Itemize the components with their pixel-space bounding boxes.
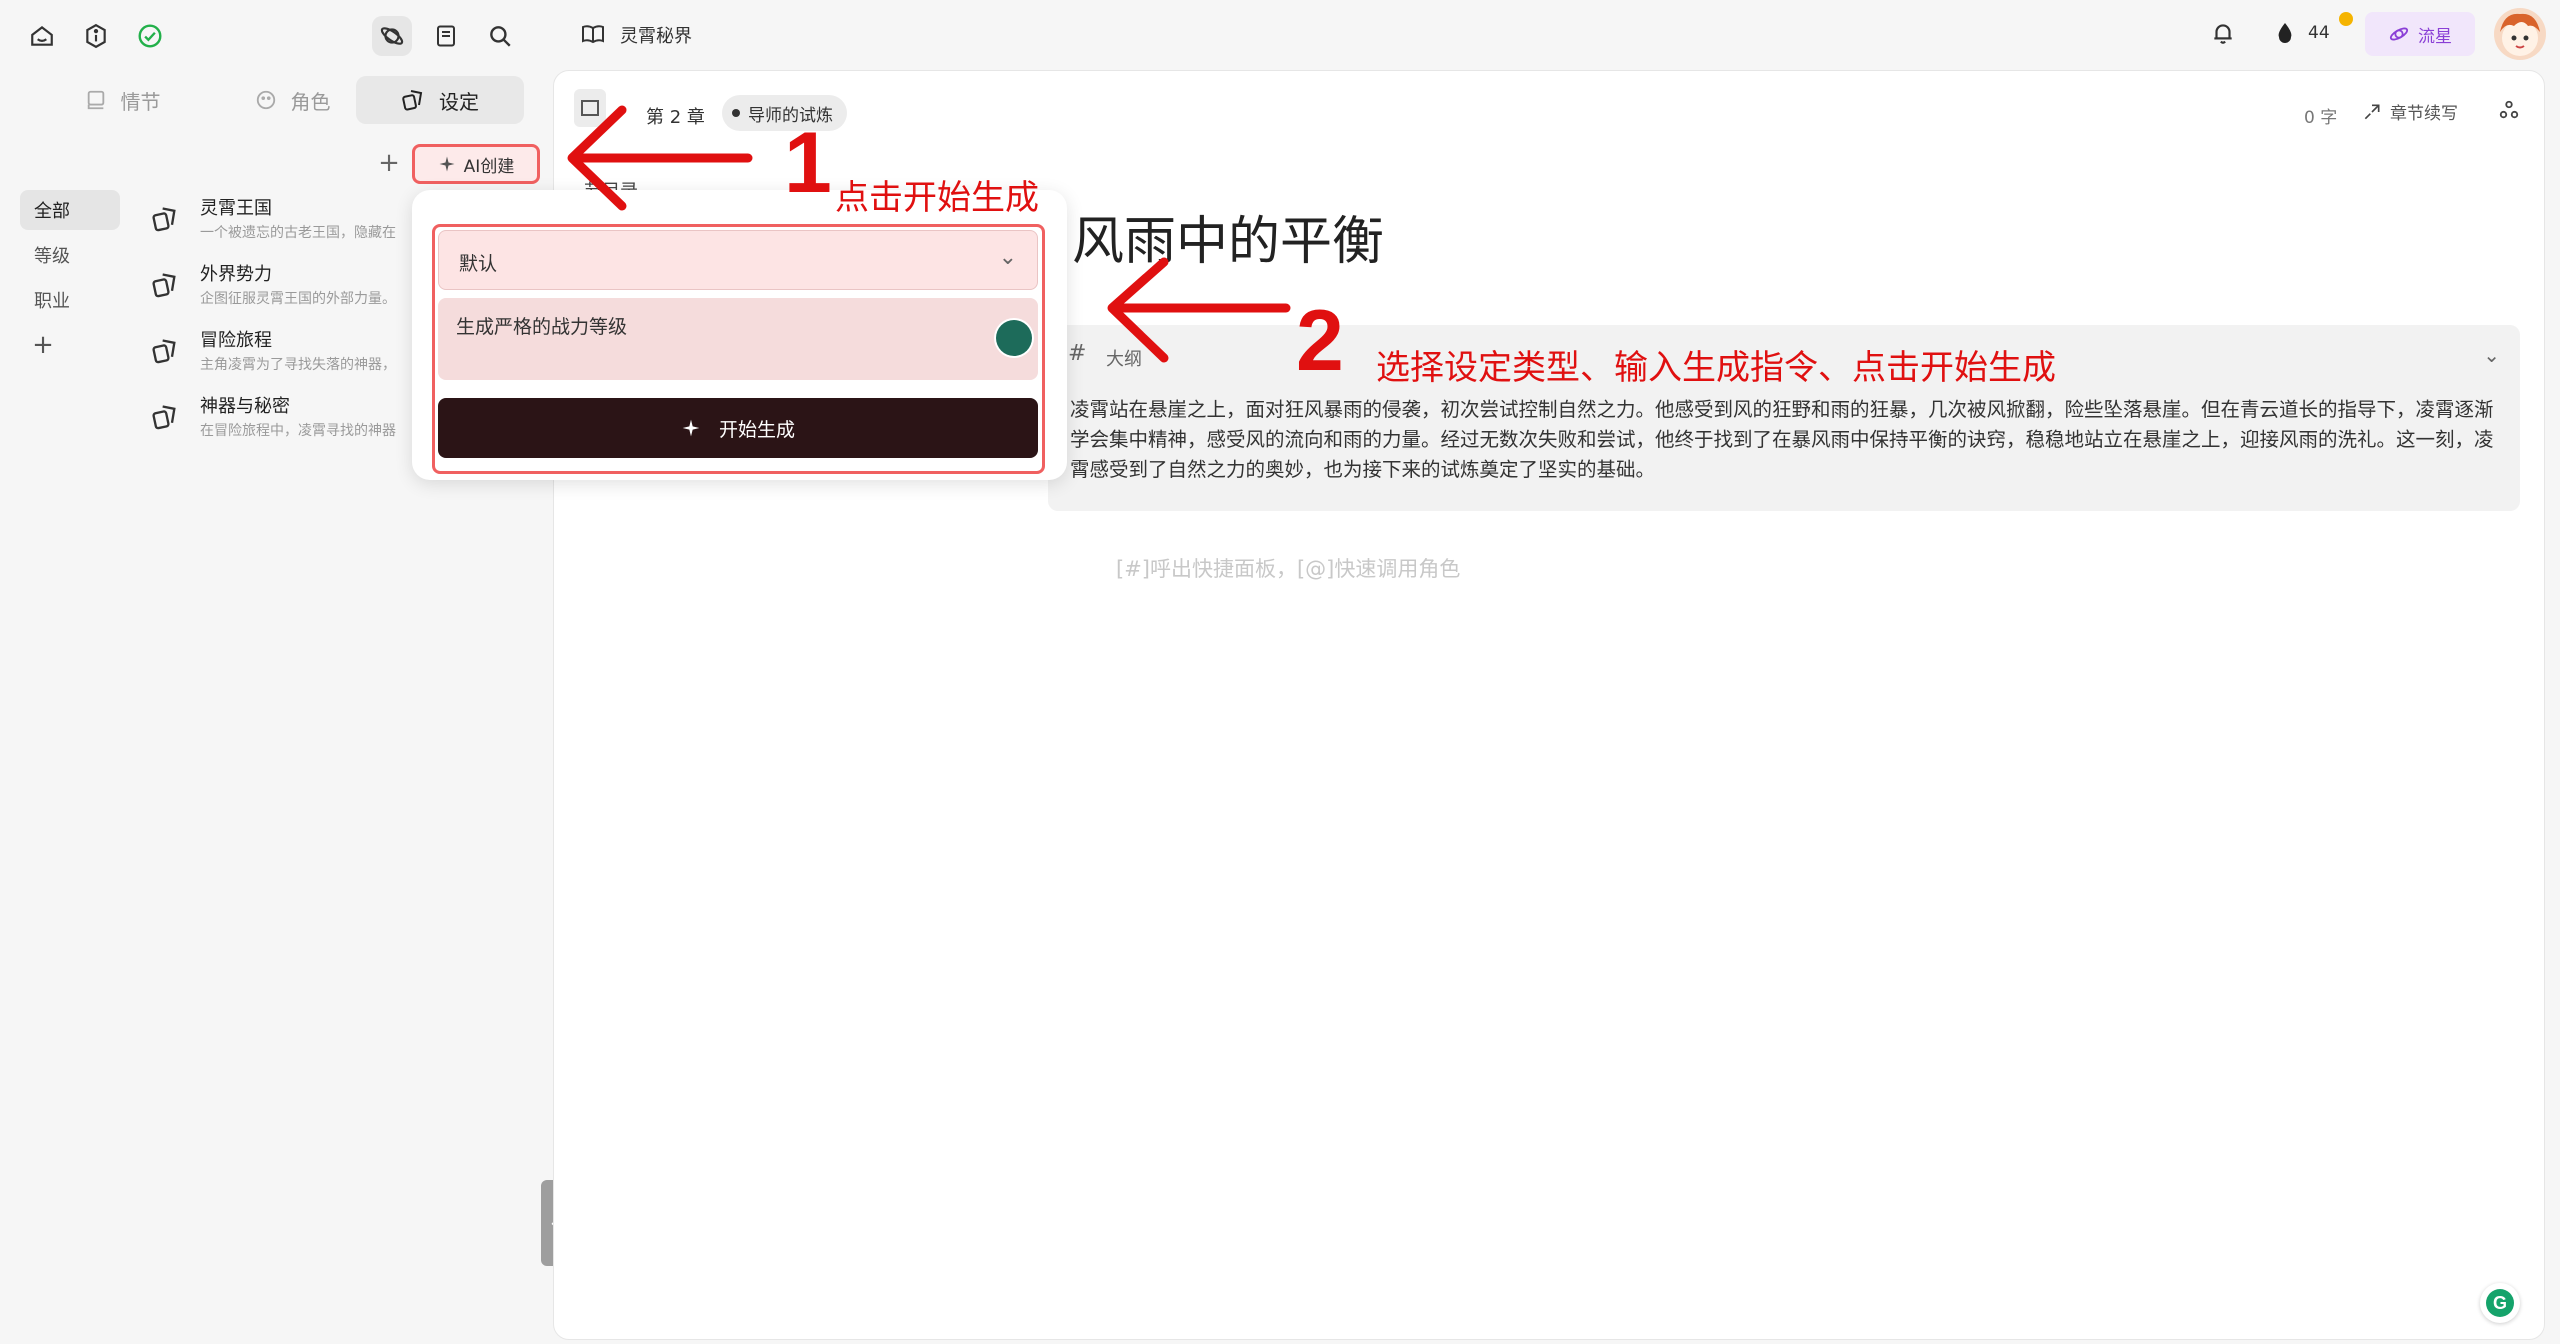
category-profession[interactable]: 职业: [20, 280, 120, 320]
chapter-continue-button[interactable]: 章节续写: [2362, 99, 2458, 124]
editor-placeholder[interactable]: [#]呼出快捷面板，[@]快速调用角色: [1116, 553, 1460, 583]
word-count: 0 字: [2304, 108, 2338, 128]
chevron-down-icon[interactable]: ⌄: [2483, 343, 2500, 367]
ai-create-button[interactable]: AI创建: [412, 144, 540, 184]
step1-number: 1: [784, 115, 832, 211]
tab-plot[interactable]: 情节: [40, 76, 205, 124]
start-generate-label: 开始生成: [718, 418, 795, 441]
tab-plot-label: 情节: [120, 89, 161, 114]
saved-check-icon: [130, 16, 170, 56]
chevron-down-icon: ⌄: [998, 245, 1017, 270]
hash-icon: #: [1068, 341, 1087, 366]
add-setting-button[interactable]: +: [374, 148, 404, 178]
step1-text: 点击开始生成: [835, 178, 1039, 218]
tab-settings[interactable]: 设定: [356, 76, 524, 124]
sparkle-icon: [681, 418, 701, 438]
step2-number: 2: [1296, 293, 1344, 389]
prompt-input[interactable]: 生成严格的战力等级: [438, 298, 1038, 380]
cards-icon: [148, 268, 182, 302]
chat-bubble-icon[interactable]: [996, 320, 1032, 356]
setting-desc: 主角凌霄为了寻找失落的神器，: [200, 357, 396, 373]
add-category-button[interactable]: +: [28, 330, 58, 360]
setting-desc: 企图征服灵霄王国的外部力量。: [200, 291, 396, 307]
share-icon[interactable]: [2498, 99, 2520, 121]
setting-title: 神器与秘密: [200, 396, 290, 417]
ai-create-popup: 默认 ⌄ 生成严格的战力等级 开始生成: [412, 190, 1067, 480]
step1-arrow: [567, 105, 753, 211]
orbit-icon: [2388, 23, 2410, 45]
svg-text:G: G: [2493, 1293, 2507, 1313]
category-level[interactable]: 等级: [20, 235, 120, 275]
setting-item[interactable]: 外界势力 企图征服灵霄王国的外部力量。: [148, 260, 418, 316]
cards-icon: [148, 334, 182, 368]
notification-dot: [2339, 12, 2353, 26]
outline-text: 凌霄站在悬崖之上，面对狂风暴雨的侵袭，初次尝试控制自然之力。他感受到风的狂野和雨…: [1070, 398, 2494, 481]
planet-toggle-icon[interactable]: [372, 16, 412, 56]
plan-badge[interactable]: 流星: [2365, 12, 2475, 56]
plan-label: 流星: [2418, 26, 2452, 47]
notebook-icon[interactable]: [426, 16, 466, 56]
setting-desc: 在冒险旅程中，凌霄寻找的神器: [200, 423, 396, 439]
ai-create-label: AI创建: [463, 156, 515, 177]
setting-title: 灵霄王国: [200, 198, 272, 219]
sparkle-icon: [438, 155, 456, 173]
setting-item[interactable]: 冒险旅程 主角凌霄为了寻找失落的神器，: [148, 326, 418, 382]
top-bar: 灵霄秘界 44 流星: [545, 0, 2560, 70]
tab-settings-label: 设定: [439, 89, 479, 114]
setting-item[interactable]: 灵霄王国 一个被遗忘的古老王国，隐藏在: [148, 194, 418, 250]
search-icon[interactable]: [480, 16, 520, 56]
setting-title: 冒险旅程: [200, 330, 272, 351]
cards-icon: [401, 88, 425, 112]
category-all[interactable]: 全部: [20, 190, 120, 230]
start-generate-button[interactable]: 开始生成: [438, 398, 1038, 458]
cards-icon: [148, 202, 182, 236]
home-icon[interactable]: [22, 16, 62, 56]
setting-title: 外界势力: [200, 264, 272, 285]
tab-characters-label: 角色: [290, 89, 331, 114]
book-title[interactable]: 灵霄秘界: [620, 22, 692, 48]
tab-characters[interactable]: 角色: [210, 76, 375, 124]
assistant-badge-icon[interactable]: G: [2480, 1283, 2520, 1323]
info-icon[interactable]: [76, 16, 116, 56]
setting-type-value: 默认: [459, 253, 498, 275]
setting-item[interactable]: 神器与秘密 在冒险旅程中，凌霄寻找的神器: [148, 392, 418, 448]
continue-write-icon: [2362, 102, 2382, 122]
bell-icon[interactable]: [2210, 20, 2236, 46]
open-book-icon: [581, 22, 605, 46]
chapter-continue-label: 章节续写: [2390, 104, 2458, 124]
step2-arrow: [1107, 257, 1291, 363]
setting-desc: 一个被遗忘的古老王国，隐藏在: [200, 225, 396, 241]
points-count: 44: [2308, 23, 2330, 43]
cards-icon: [148, 400, 182, 434]
step2-text: 选择设定类型、输入生成指令、点击开始生成: [1376, 348, 2056, 388]
setting-type-select[interactable]: 默认 ⌄: [438, 230, 1038, 290]
avatar[interactable]: [2494, 8, 2546, 60]
smile-icon: [255, 89, 277, 111]
ink-drop-icon: [2273, 20, 2297, 46]
book-icon: [85, 89, 107, 111]
prompt-value: 生成严格的战力等级: [456, 316, 628, 338]
